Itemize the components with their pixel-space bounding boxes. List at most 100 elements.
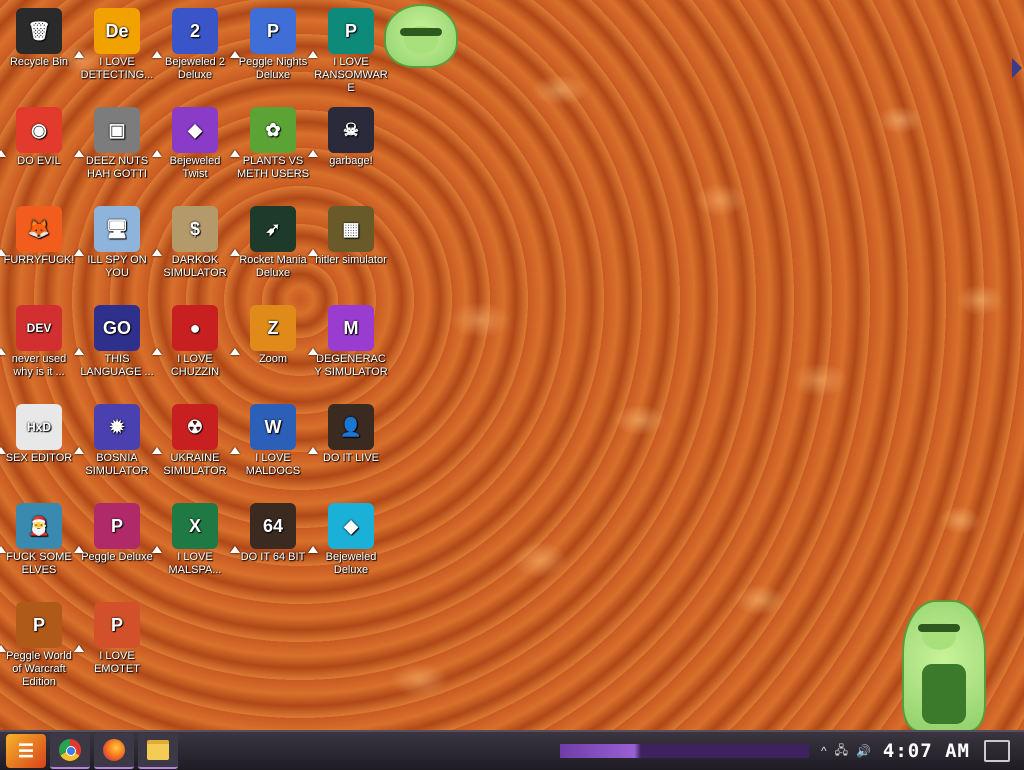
desktop-icon[interactable]: ◆ Bejeweled Deluxe — [308, 499, 390, 595]
desktop-icon[interactable]: 64 DO IT 64 BIT — [230, 499, 312, 595]
tray-chevron-icon[interactable]: ^ — [821, 744, 827, 758]
shortcut-arrow-icon — [0, 348, 6, 355]
shortcut-arrow-icon — [308, 348, 318, 355]
shortcut-arrow-icon — [308, 447, 318, 454]
desktop-icon[interactable]: HxD SEX EDITOR — [0, 400, 78, 496]
desktop-icon[interactable]: 2 Bejeweled 2 Deluxe — [152, 4, 234, 100]
taskbar-file-explorer[interactable] — [138, 733, 178, 769]
desktop-icon[interactable]: 👤 DO IT LIVE — [308, 400, 390, 496]
notification-center-icon[interactable] — [984, 740, 1010, 762]
desktop-icon-label: ILL SPY ON YOU — [87, 254, 147, 279]
desktop-icon[interactable]: ▣ DEEZ NUTS HAH GOTTI — [74, 103, 156, 199]
firefox-icon: 🦊 — [16, 206, 62, 252]
desktop-icon[interactable]: 🖥 ILL SPY ON YOU — [74, 202, 156, 298]
start-button[interactable]: ☰ — [6, 734, 46, 768]
shortcut-arrow-icon — [74, 249, 84, 256]
desktop-icon-label: I LOVE RANSOMWARE — [314, 56, 388, 94]
desktop-icon-label: Recycle Bin — [9, 56, 69, 68]
desktop-icon[interactable]: ✿ PLANTS VS METH USERS — [230, 103, 312, 199]
desktop-icon-label: garbage! — [329, 155, 373, 167]
desktop-icon[interactable]: XI LOVE MALSPA... — [152, 499, 234, 595]
desktop-icon[interactable]: ◆ Bejeweled Twist — [152, 103, 234, 199]
shortcut-arrow-icon — [308, 249, 318, 256]
zuma-icon: Z — [250, 305, 296, 351]
desktop-icon[interactable]: P Peggle World of Warcraft Edition — [0, 598, 78, 694]
taskbar-chrome[interactable] — [50, 733, 90, 769]
shortcut-arrow-icon — [74, 150, 84, 157]
desktop-icon[interactable]: ☠ garbage! — [308, 103, 390, 199]
taskbar-firefox[interactable] — [94, 733, 134, 769]
desktop-icon[interactable]: ➶ Rocket Mania Deluxe — [230, 202, 312, 298]
shortcut-arrow-icon — [152, 447, 162, 454]
santa-icon: 🎅 — [16, 503, 62, 549]
desktop-icon[interactable]: ☢ UKRAINE SIMULATOR — [152, 400, 234, 496]
desktop-icon-label: UKRAINE SIMULATOR — [163, 452, 227, 477]
shortcut-arrow-icon — [230, 546, 240, 553]
bejeweled-twist-icon: ◆ — [172, 107, 218, 153]
desktop-icon[interactable]: 🎅 FUCK SOME ELVES — [0, 499, 78, 595]
desktop-icon-label: I LOVE MALDOCS — [245, 452, 301, 477]
desktop-icon[interactable]: Z Zoom — [230, 301, 312, 397]
bejeweled-2-icon: 2 — [172, 8, 218, 54]
desktop-icon-label: I LOVE MALSPA... — [168, 551, 222, 576]
desktop-icon[interactable]: ● I LOVE CHUZZIN — [152, 301, 234, 397]
shortcut-arrow-icon — [308, 150, 318, 157]
desktop-icon[interactable]: PI LOVE EMOTET — [74, 598, 156, 694]
shortcut-arrow-icon — [230, 51, 240, 58]
chrome-icon — [59, 739, 81, 761]
desktop-icon[interactable]: GO THIS LANGUAGE ... — [74, 301, 156, 397]
desktop-icon-label: Bejeweled Twist — [169, 155, 221, 180]
desktop-icon[interactable]: P Peggle Deluxe — [74, 499, 156, 595]
desktop-icon[interactable]: ▦ hitler simulator — [308, 202, 390, 298]
desktop-icon[interactable]: ✹ BOSNIA SIMULATOR — [74, 400, 156, 496]
desktop-icon-label: DO EVIL — [17, 155, 61, 167]
shortcut-arrow-icon — [0, 645, 6, 652]
remote-desktop-icon: 🖥 — [94, 206, 140, 252]
desktop-icon[interactable]: ◉ DO EVIL — [0, 103, 78, 199]
desktop-icon-label: Bejeweled 2 Deluxe — [165, 56, 225, 81]
desktop-icon-label: PLANTS VS METH USERS — [236, 155, 310, 180]
shortcut-arrow-icon — [152, 249, 162, 256]
desktop-icon-label: Bejeweled Deluxe — [325, 551, 377, 576]
shortcut-arrow-icon — [74, 645, 84, 652]
desktop-icon[interactable]: DEV never used why is it ... — [0, 301, 78, 397]
desktop-icon[interactable]: $ DARKOK SIMULATOR — [152, 202, 234, 298]
chuzzle-icon: ● — [172, 305, 218, 351]
desktop-icon-label: FURRYFUCK! — [3, 254, 75, 266]
desktop-icon[interactable]: 🦊 FURRYFUCK! — [0, 202, 78, 298]
network-icon[interactable]: 🖧 — [835, 741, 848, 762]
desktop-icon-label: hitler simulator — [315, 254, 387, 266]
desktop-icon-label: THIS LANGUAGE ... — [80, 353, 154, 378]
shortcut-arrow-icon — [0, 249, 6, 256]
desktop-icon[interactable]: PI LOVE RANSOMWARE — [308, 4, 390, 100]
excel-icon: X — [172, 503, 218, 549]
desktop-icon-label: Peggle Deluxe — [81, 551, 153, 563]
shortcut-arrow-icon — [308, 51, 318, 58]
medal-icon: ▦ — [328, 206, 374, 252]
desktop-icon[interactable]: M DEGENERACY SIMULATOR — [308, 301, 390, 397]
desktop-icon[interactable]: WI LOVE MALDOCS — [230, 400, 312, 496]
shortcut-arrow-icon — [0, 546, 6, 553]
desktop-icon-label: I LOVE DETECTING... — [80, 56, 154, 81]
publisher-icon: P — [328, 8, 374, 54]
powerpoint-icon: P — [94, 602, 140, 648]
dev-cpp-icon: DEV — [16, 305, 62, 351]
radiation-icon: ☢ — [172, 404, 218, 450]
desktop-icon[interactable]: P Peggle Nights Deluxe — [230, 4, 312, 100]
volume-icon[interactable]: 🔊 — [856, 744, 871, 758]
desktop-icon-label: DO IT LIVE — [322, 452, 380, 464]
chrome-icon: ◉ — [16, 107, 62, 153]
taskbar-clock[interactable]: 4:07 AM — [883, 740, 970, 762]
peggle-icon: P — [94, 503, 140, 549]
peridot-character-top — [384, 4, 458, 68]
shortcut-arrow-icon — [74, 546, 84, 553]
peggle-wow-icon: P — [16, 602, 62, 648]
taskbar-decoration — [186, 744, 809, 758]
folder-icon — [147, 740, 169, 760]
shortcut-arrow-icon — [230, 249, 240, 256]
shortcut-arrow-icon — [74, 51, 84, 58]
desktop-icon[interactable]: 🗑 Recycle Bin — [0, 4, 78, 100]
desktop-icon-label: Rocket Mania Deluxe — [239, 254, 307, 279]
shortcut-arrow-icon — [230, 447, 240, 454]
desktop-icon[interactable]: De I LOVE DETECTING... — [74, 4, 156, 100]
